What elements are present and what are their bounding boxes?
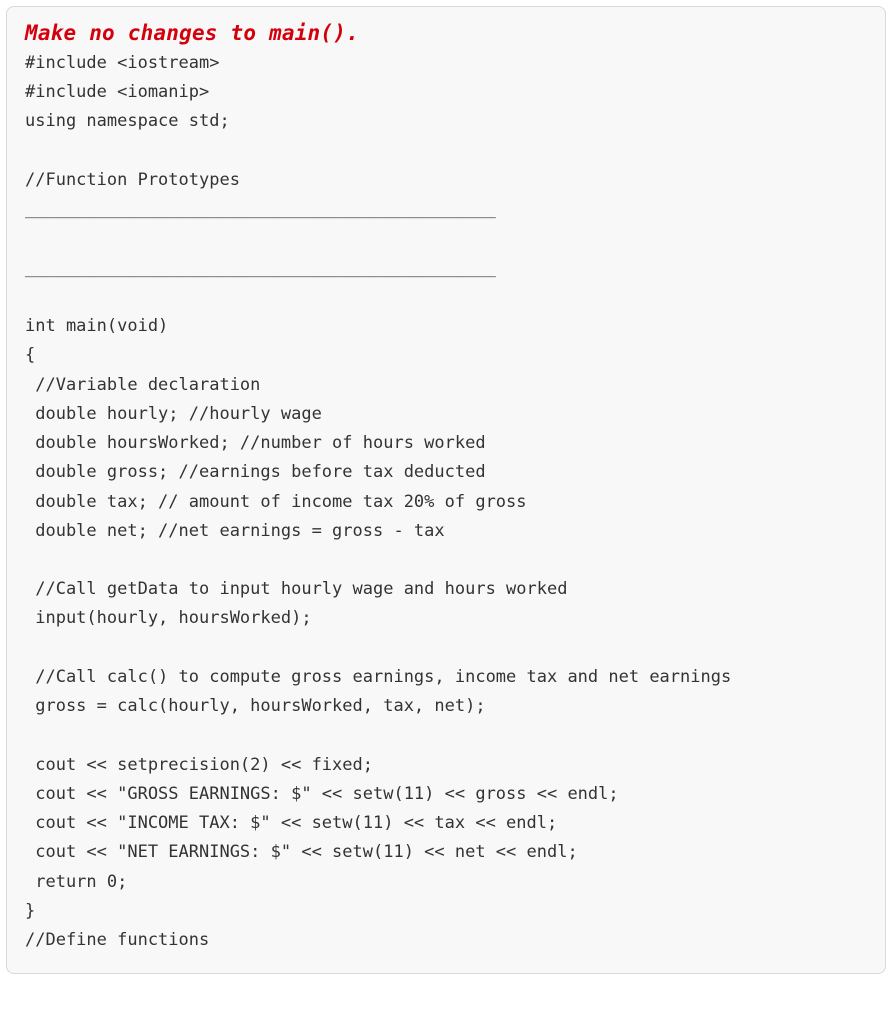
code-block: Make no changes to main(). #include <ios… bbox=[6, 6, 886, 974]
warning-directive: Make no changes to main(). bbox=[25, 21, 867, 45]
source-code: #include <iostream> #include <iomanip> u… bbox=[25, 49, 867, 955]
